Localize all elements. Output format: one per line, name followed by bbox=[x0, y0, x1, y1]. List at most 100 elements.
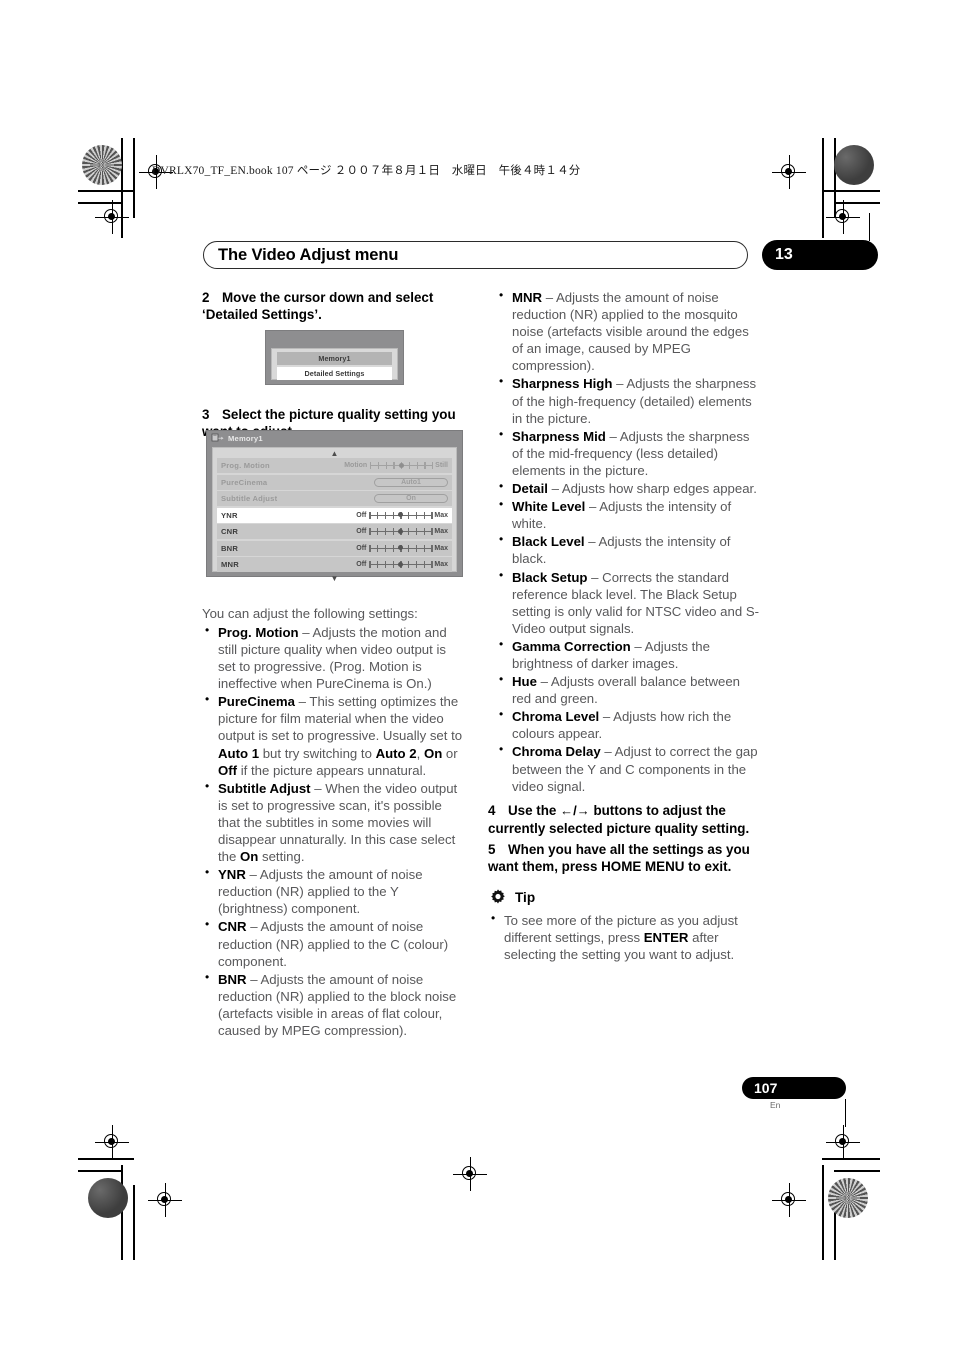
bullet-item: Sharpness Mid – Adjusts the sharpness of… bbox=[496, 427, 761, 479]
osd-slider-knob[interactable] bbox=[398, 512, 404, 517]
osd-row-container: Prog. Motion Motion Still PureCinema Auto1 Su… bbox=[217, 458, 452, 572]
osd-title-label: Memory1 bbox=[228, 434, 263, 443]
crop-mark-line bbox=[822, 138, 824, 238]
osd-body: ▲ Prog. Motion Motion Still PureCinema Auto1… bbox=[212, 447, 457, 583]
crop-mark-line bbox=[121, 138, 123, 238]
step-2-text: Move the cursor down and select ‘Detaile… bbox=[202, 290, 434, 323]
bullet-item: Detail – Adjusts how sharp edges appear. bbox=[496, 479, 761, 497]
osd-row-mnr[interactable]: MNR Off Max bbox=[217, 557, 452, 572]
crop-mark-line bbox=[822, 1158, 880, 1160]
figure-detailed-settings-menu: Memory1 Detailed Settings bbox=[265, 330, 404, 385]
osd-scroll-down-icon[interactable]: ▼ bbox=[217, 574, 452, 583]
bullet-item: Hue – Adjusts overall balance between re… bbox=[496, 672, 761, 707]
figure-small-row-memory1: Memory1 bbox=[277, 352, 392, 365]
osd-row-control[interactable]: Off Max bbox=[307, 544, 448, 553]
osd-scroll-up-icon[interactable]: ▲ bbox=[217, 449, 452, 458]
crop-mark-line bbox=[133, 1185, 135, 1260]
osd-slider[interactable] bbox=[369, 560, 433, 569]
density-patch bbox=[82, 145, 122, 185]
page-number-badge: 107 bbox=[742, 1077, 846, 1099]
osd-slider-max-label: Still bbox=[435, 462, 448, 469]
crop-mark-line bbox=[133, 138, 135, 218]
memory-card-icon bbox=[211, 430, 224, 448]
osd-row-label: MNR bbox=[221, 560, 239, 569]
bullet-term: Black Setup bbox=[512, 569, 588, 585]
osd-row-label: YNR bbox=[221, 510, 238, 520]
osd-row-cnr[interactable]: CNR Off Max bbox=[217, 524, 452, 539]
bullet-term: Chroma Level bbox=[512, 709, 600, 725]
step-5-text: When you have all the settings as you wa… bbox=[488, 842, 750, 875]
bullet-term: Sharpness High bbox=[512, 376, 613, 392]
registration-mark bbox=[772, 155, 806, 189]
osd-row-control[interactable]: Off Max bbox=[307, 560, 448, 569]
osd-slider-knob[interactable] bbox=[398, 561, 404, 567]
bullet-item: YNR – Adjusts the amount of noise reduct… bbox=[202, 865, 467, 917]
osd-row-prog-motion[interactable]: Prog. Motion Motion Still bbox=[217, 458, 452, 473]
bullet-term: Subtitle Adjust bbox=[218, 780, 311, 796]
registration-mark bbox=[826, 1125, 860, 1159]
osd-slider[interactable] bbox=[369, 527, 433, 536]
bullet-term: Hue bbox=[512, 674, 537, 690]
osd-slider-knob[interactable] bbox=[399, 462, 405, 468]
osd-row-label: PureCinema bbox=[221, 477, 268, 487]
bullet-term: Sharpness Mid bbox=[512, 428, 606, 444]
osd-slider[interactable] bbox=[369, 511, 433, 520]
osd-row-control[interactable]: Off Max bbox=[307, 511, 448, 520]
osd-slider-max-label: Max bbox=[434, 528, 448, 535]
figure-small-row-detailed-settings: Detailed Settings bbox=[277, 367, 392, 380]
figure-small-inner: Memory1 Detailed Settings bbox=[271, 348, 398, 380]
registration-mark bbox=[453, 1157, 487, 1191]
chapter-badge: 13 bbox=[762, 240, 878, 270]
bullet-item: Black Level – Adjusts the intensity of b… bbox=[496, 532, 761, 567]
step-4: 4 Use the ←/→ buttons to adjust the curre… bbox=[488, 802, 761, 837]
left-bullet-list: Prog. Motion – Adjusts the motion and st… bbox=[202, 623, 467, 1039]
osd-slider-min-label: Off bbox=[356, 511, 367, 519]
bullet-term: White Level bbox=[512, 499, 586, 515]
osd-row-ynr[interactable]: YNR Off Max bbox=[217, 507, 452, 523]
document-page: DVRLX70_TF_EN.book 107 ページ ２００７年８月１日 水曜日… bbox=[0, 0, 954, 1350]
osd-option-pill[interactable]: Auto1 bbox=[374, 477, 448, 487]
osd-slider[interactable] bbox=[370, 461, 434, 470]
bullet-item: White Level – Adjusts the intensity of w… bbox=[496, 497, 761, 532]
bullet-item: Gamma Correction – Adjusts the brightnes… bbox=[496, 637, 761, 672]
density-patch bbox=[828, 1178, 868, 1218]
page-language-label: En bbox=[770, 1100, 781, 1110]
osd-slider-knob[interactable] bbox=[398, 545, 404, 550]
osd-row-subtitle-adjust[interactable]: Subtitle Adjust On bbox=[217, 491, 452, 506]
left-right-arrow-icon: ←/→ bbox=[560, 802, 590, 818]
osd-slider-max-label: Max bbox=[434, 561, 448, 568]
bullet-term: YNR bbox=[218, 867, 246, 883]
osd-slider-knob[interactable] bbox=[398, 528, 404, 534]
osd-row-control[interactable]: On bbox=[307, 494, 448, 503]
tip-bullet-list: To see more of the picture as you adjust… bbox=[488, 911, 761, 963]
bullet-term: CNR bbox=[218, 919, 247, 935]
osd-row-bnr[interactable]: BNR Off Max bbox=[217, 540, 452, 556]
bullet-item: Black Setup – Corrects the standard refe… bbox=[496, 567, 761, 637]
osd-slider-min-label: Off bbox=[356, 528, 367, 535]
crop-mark-line bbox=[121, 1165, 123, 1260]
osd-slider[interactable] bbox=[369, 544, 433, 553]
tip-header: Tip bbox=[488, 888, 761, 908]
bullet-item: Prog. Motion – Adjusts the motion and st… bbox=[202, 623, 467, 692]
figure-video-adjust-osd: Memory1 ▲ Prog. Motion Motion Still PureCin… bbox=[206, 430, 463, 583]
density-patch bbox=[834, 145, 874, 185]
osd-row-control[interactable]: Motion Still bbox=[307, 461, 448, 470]
osd-slider-min-label: Off bbox=[356, 561, 367, 568]
registration-mark bbox=[95, 200, 129, 234]
osd-row-purecinema[interactable]: PureCinema Auto1 bbox=[217, 474, 452, 490]
crop-mark-line bbox=[834, 1185, 836, 1260]
osd-slider-max-label: Max bbox=[434, 544, 448, 552]
crop-mark-line bbox=[78, 1158, 134, 1160]
gear-icon bbox=[488, 888, 508, 908]
tip-bullet-item: To see more of the picture as you adjust… bbox=[488, 911, 761, 963]
registration-mark bbox=[826, 200, 860, 234]
chapter-tick bbox=[869, 213, 870, 241]
bullet-term: Prog. Motion bbox=[218, 624, 299, 640]
osd-row-control[interactable]: Off Max bbox=[307, 527, 448, 536]
osd-option-pill[interactable]: On bbox=[374, 494, 448, 503]
crop-mark-line bbox=[834, 138, 836, 218]
osd-slider-min-label: Off bbox=[356, 544, 367, 552]
osd-row-control[interactable]: Auto1 bbox=[307, 477, 448, 487]
registration-mark bbox=[148, 1183, 182, 1217]
page-tick bbox=[845, 1099, 846, 1127]
